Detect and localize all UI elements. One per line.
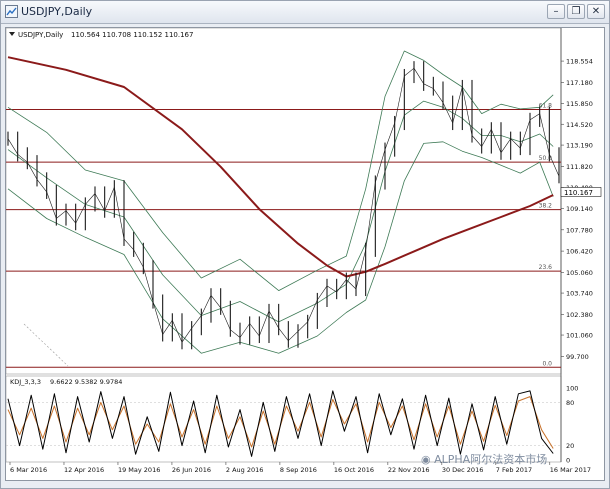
minimize-button[interactable]: –: [547, 4, 565, 19]
kdj-k-line[interactable]: [7, 390, 554, 457]
chart-window-icon: [5, 5, 18, 18]
bollinger-middle-line[interactable]: [7, 100, 554, 323]
fib-level-label: 23.6: [539, 264, 553, 271]
price-axis-label: 99.700: [566, 353, 589, 361]
price-panel-frame: [5, 27, 562, 375]
date-axis-label: 2 Aug 2016: [226, 466, 264, 474]
fib-level-label: 0.0: [542, 360, 552, 367]
price-axis-label: 117.180: [566, 79, 593, 87]
window-title: USDJPY,Daily: [21, 5, 93, 18]
price-axis-label: 109.140: [566, 205, 593, 213]
price-axis-label: 107.780: [566, 226, 593, 234]
date-axis-label: 16 Oct 2016: [334, 466, 374, 474]
kdj-axis-label: 0: [566, 457, 570, 465]
chart-ohlc-label: 110.564 110.708 110.152 110.167: [71, 31, 193, 39]
title-bar[interactable]: USDJPY,Daily – ❐ ✕: [1, 1, 609, 24]
moving-average-line[interactable]: [7, 56, 554, 278]
date-axis-label: 16 Mar 2017: [550, 466, 591, 474]
chart-symbol-label: USDJPY,Daily: [18, 31, 63, 39]
date-axis-label: 30 Dec 2016: [442, 466, 484, 474]
date-axis-label: 19 May 2016: [118, 466, 160, 474]
current-price-label: 110.167: [564, 189, 593, 197]
watermark: ◉ ALPHA阿尔法资本市场: [421, 451, 547, 467]
wechat-logo-icon: ◉: [421, 453, 431, 466]
price-chart[interactable]: USDJPY,Daily 110.564 110.708 110.152 110…: [5, 27, 604, 480]
kdj-axis-label: 20: [566, 442, 574, 450]
date-axis-label: 26 Jun 2016: [172, 466, 211, 474]
chart-menu-triangle-icon[interactable]: [9, 32, 15, 36]
date-axis-label: 8 Sep 2016: [280, 466, 317, 474]
price-axis-label: 103.740: [566, 290, 593, 298]
price-axis-label: 115.850: [566, 100, 593, 108]
watermark-text: ALPHA阿尔法资本市场: [434, 453, 548, 466]
date-axis-label: 12 Apr 2016: [64, 466, 104, 474]
price-axis-label: 105.060: [566, 269, 593, 277]
kdj-values: 9.6622 9.5382 9.9784: [50, 378, 122, 386]
price-axis-label: 106.420: [566, 248, 593, 256]
chart-area[interactable]: USDJPY,Daily 110.564 110.708 110.152 110…: [5, 27, 605, 481]
kdj-axis-label: 80: [566, 399, 574, 407]
price-axis-label: 118.554: [566, 58, 593, 66]
close-button[interactable]: ✕: [587, 4, 605, 19]
kdj-label: KDJ_3,3,3: [10, 378, 41, 386]
price-axis-label: 113.190: [566, 142, 593, 150]
restore-button[interactable]: ❐: [567, 4, 585, 19]
chart-window: USDJPY,Daily – ❐ ✕ USDJPY,Daily 110.564 …: [0, 0, 610, 489]
bollinger-lower-line[interactable]: [7, 141, 554, 354]
bollinger-upper-line[interactable]: [7, 50, 554, 292]
price-axis-label: 102.380: [566, 311, 593, 319]
price-axis-label: 101.060: [566, 332, 593, 340]
trend-line[interactable]: [23, 323, 69, 367]
date-axis-label: 7 Feb 2017: [496, 466, 532, 474]
date-axis-label: 6 Mar 2016: [10, 466, 47, 474]
date-axis-label: 22 Nov 2016: [388, 466, 430, 474]
kdj-panel-frame: [5, 375, 562, 463]
price-axis-label: 111.820: [566, 163, 593, 171]
price-axis-label: 114.520: [566, 121, 593, 129]
kdj-axis-label: 100: [566, 385, 578, 393]
fib-level-label: 38.2: [539, 203, 553, 210]
